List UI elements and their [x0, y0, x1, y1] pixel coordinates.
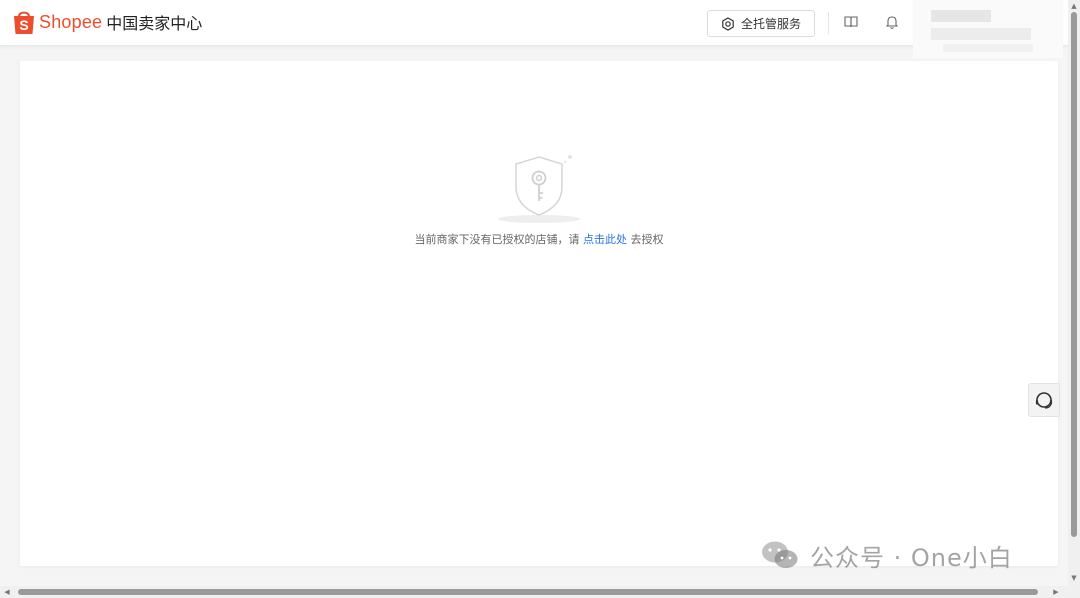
scroll-up-icon[interactable]: ▲	[1070, 2, 1078, 10]
blurred-block	[931, 10, 991, 22]
watermark-text: 公众号 · One小白	[810, 543, 1013, 572]
blurred-block	[943, 44, 1033, 52]
book-icon[interactable]	[843, 14, 859, 30]
brand-name: Shopee	[39, 11, 103, 32]
empty-state-message: 当前商家下没有已授权的店铺，请 点击此处 去授权	[20, 231, 1058, 247]
shield-key-icon	[498, 155, 580, 223]
svg-text:S: S	[19, 17, 28, 33]
customer-support-button[interactable]	[1028, 383, 1060, 417]
shopee-bag-icon: S	[14, 11, 34, 34]
headset-icon	[1035, 392, 1053, 409]
vertical-scroll-thumb[interactable]	[1071, 12, 1077, 537]
shopee-logo[interactable]: S Shopee 中国卖家中心	[12, 9, 202, 35]
empty-text-after: 去授权	[630, 233, 664, 246]
scroll-left-icon[interactable]: ◀	[3, 588, 11, 596]
top-header: S Shopee 中国卖家中心 全托管服务	[0, 0, 1080, 58]
account-info-blurred[interactable]	[913, 0, 1063, 58]
empty-text-before: 当前商家下没有已授权的店铺，请	[414, 233, 580, 246]
wechat-icon	[762, 541, 798, 568]
bell-icon[interactable]	[884, 14, 900, 30]
authorize-link[interactable]: 点击此处	[583, 233, 627, 246]
brand-suffix: 中国卖家中心	[106, 14, 203, 33]
header-divider	[828, 12, 829, 34]
horizontal-scrollbar[interactable]: ◀ ▶	[0, 586, 1080, 598]
scroll-down-icon[interactable]: ▼	[1070, 574, 1078, 582]
blurred-block	[931, 28, 1031, 40]
main-content-card: 当前商家下没有已授权的店铺，请 点击此处 去授权	[20, 61, 1058, 566]
horizontal-scroll-thumb[interactable]	[18, 589, 1038, 595]
full-service-label: 全托管服务	[740, 17, 801, 31]
watermark: 公众号 · One小白	[760, 536, 1060, 574]
full-service-button[interactable]: 全托管服务	[707, 10, 815, 37]
vertical-scrollbar[interactable]: ▲ ▼	[1068, 0, 1080, 586]
scroll-right-icon[interactable]: ▶	[1052, 588, 1060, 596]
hexagon-gear-icon	[722, 16, 734, 31]
